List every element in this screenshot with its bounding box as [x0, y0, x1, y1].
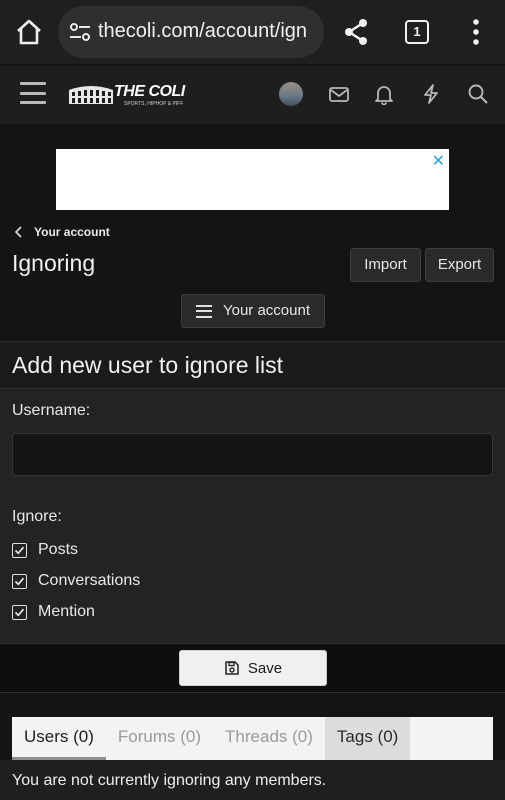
- form-title: Add new user to ignore list: [12, 352, 284, 378]
- address-bar[interactable]: thecoli.com/account/ign: [58, 6, 324, 58]
- colosseum-icon: [69, 86, 113, 104]
- breadcrumb-label: Your account: [34, 225, 110, 239]
- browser-toolbar: thecoli.com/account/ign 1: [0, 0, 505, 64]
- ignore-label: Ignore:: [12, 508, 62, 525]
- bell-icon[interactable]: [373, 83, 395, 105]
- chevron-left-icon: [14, 226, 22, 238]
- checkbox-checked-icon[interactable]: [12, 573, 27, 589]
- checkbox-label-conversations: Conversations: [38, 572, 141, 589]
- breadcrumb[interactable]: Your account: [14, 223, 110, 241]
- checkbox-posts[interactable]: Posts: [12, 540, 78, 560]
- your-account-label: Your account: [222, 302, 310, 319]
- tab-threads[interactable]: Threads (0): [213, 717, 325, 760]
- checkbox-conversations[interactable]: Conversations: [12, 571, 140, 591]
- mail-icon[interactable]: [328, 83, 350, 105]
- form-header: Add new user to ignore list: [0, 341, 505, 389]
- tab-tags[interactable]: Tags (0): [324, 717, 411, 760]
- your-account-menu-button[interactable]: Your account: [181, 294, 325, 328]
- checkbox-label-posts: Posts: [38, 541, 79, 558]
- more-vert-icon[interactable]: [470, 18, 482, 46]
- checkbox-checked-icon[interactable]: [12, 604, 27, 620]
- tab-forums[interactable]: Forums (0): [106, 717, 213, 760]
- save-label: Save: [247, 659, 283, 677]
- username-field[interactable]: [12, 433, 493, 476]
- ignore-tabs: Users (0) Forums (0) Threads (0) Tags (0…: [12, 717, 493, 760]
- share-icon[interactable]: [343, 18, 369, 46]
- list-menu-icon: [195, 304, 212, 318]
- site-settings-icon[interactable]: [68, 21, 92, 43]
- avatar[interactable]: [279, 82, 303, 106]
- export-button[interactable]: Export: [425, 248, 494, 282]
- logo-subtext: SPORTS, HIPHOP & PIFF: [124, 101, 184, 107]
- search-icon[interactable]: [467, 83, 489, 105]
- checkbox-mention[interactable]: Mention: [12, 602, 95, 622]
- empty-state-text: You are not currently ignoring any membe…: [12, 772, 327, 789]
- site-logo[interactable]: THE COLI SPORTS, HIPHOP & PIFF: [68, 82, 188, 108]
- page-title: Ignoring: [12, 250, 96, 276]
- home-icon[interactable]: [14, 17, 44, 47]
- logo-text: THE COLI: [114, 83, 185, 100]
- close-icon[interactable]: ✕: [432, 151, 445, 171]
- username-label: Username:: [12, 402, 91, 419]
- save-button[interactable]: Save: [179, 650, 327, 686]
- import-button[interactable]: Import: [350, 248, 421, 282]
- tab-switcher-icon[interactable]: 1: [405, 20, 429, 44]
- empty-state-notice: You are not currently ignoring any membe…: [0, 760, 505, 800]
- lightning-icon[interactable]: [420, 83, 442, 105]
- ad-banner[interactable]: ✕: [56, 149, 449, 210]
- save-icon: [225, 661, 239, 675]
- tab-users[interactable]: Users (0): [12, 717, 106, 760]
- menu-icon[interactable]: [20, 82, 46, 104]
- site-header: THE COLI SPORTS, HIPHOP & PIFF: [0, 66, 505, 124]
- tab-count: 1: [413, 24, 421, 39]
- checkbox-checked-icon[interactable]: [12, 542, 27, 558]
- url-text: thecoli.com/account/ign: [98, 20, 308, 42]
- checkbox-label-mention: Mention: [38, 603, 95, 620]
